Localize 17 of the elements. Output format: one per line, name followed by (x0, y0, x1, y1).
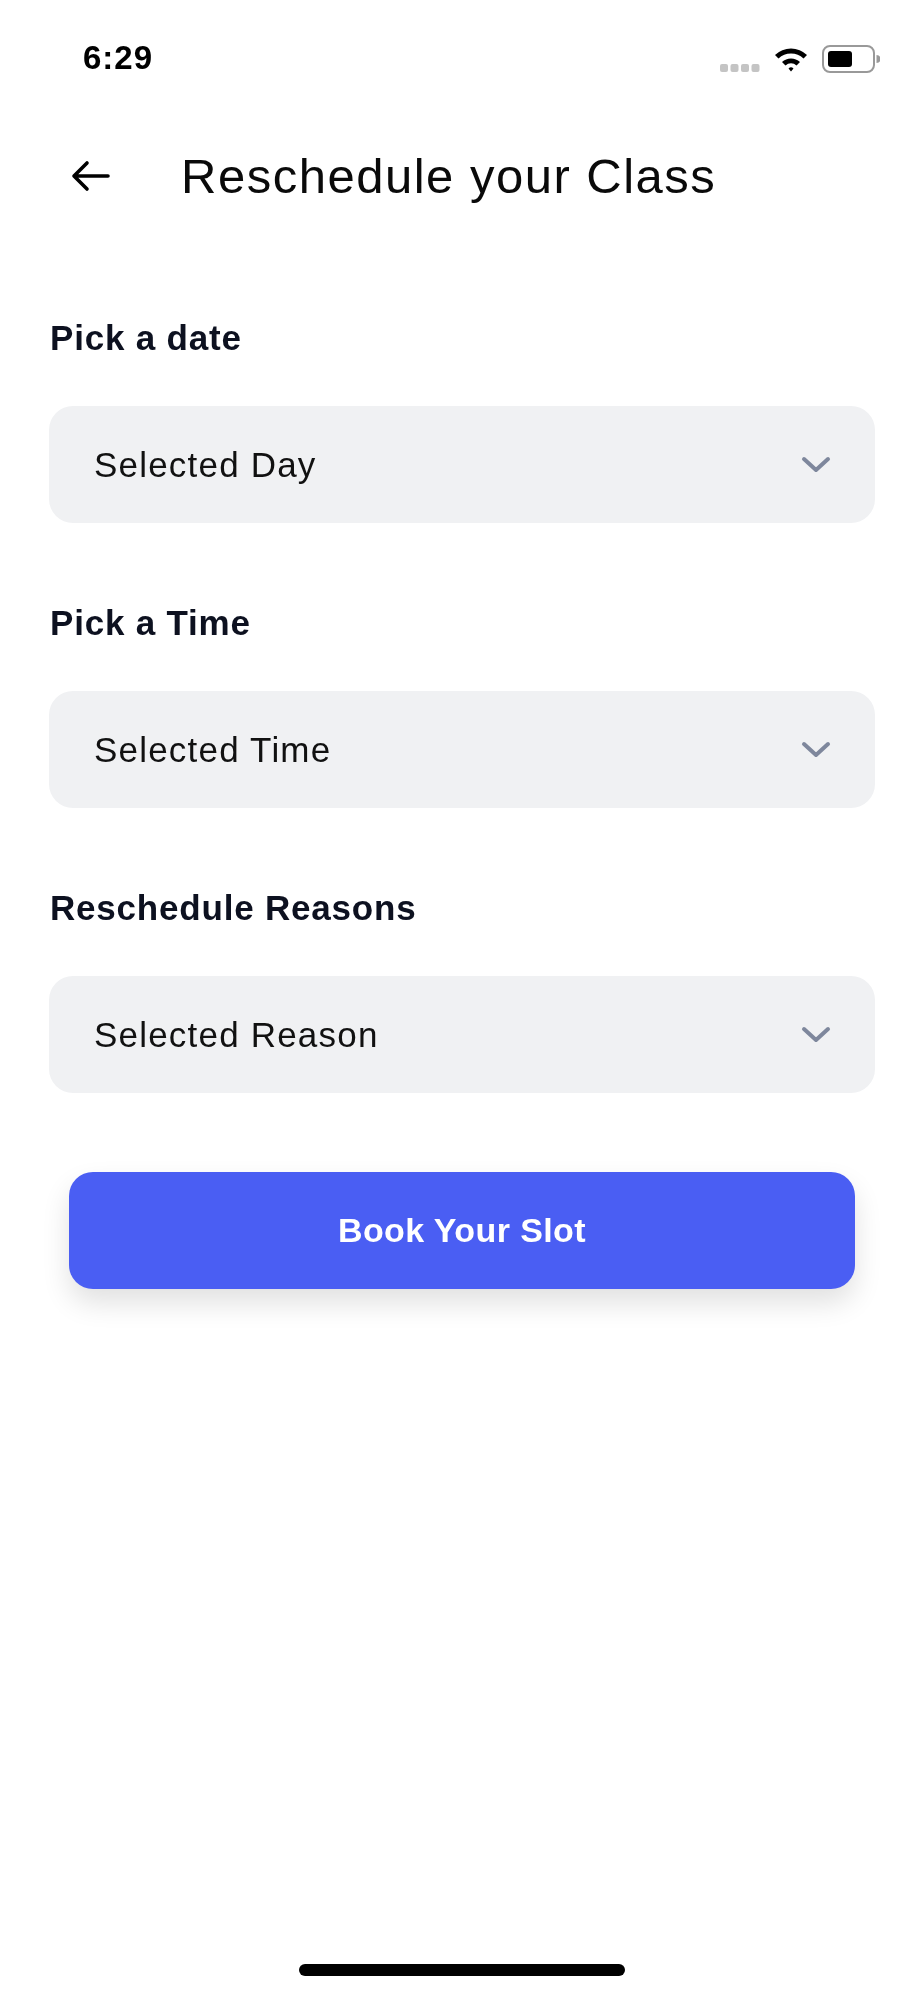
battery-icon (822, 45, 880, 73)
signal-icon (720, 63, 760, 73)
status-time: 6:29 (83, 39, 154, 77)
field-label: Pick a date (50, 320, 243, 356)
wifi-icon (774, 46, 808, 72)
field-label: Reschedule Reasons (50, 890, 418, 926)
chevron-down-icon (801, 740, 831, 759)
dropdown-field[interactable]: Selected Time (49, 691, 875, 808)
field-label: Pick a Time (50, 605, 252, 641)
screen-title: Reschedule your Class (181, 148, 717, 204)
dropdown-field[interactable]: Selected Day (49, 406, 875, 523)
arrow-left-icon (70, 160, 110, 192)
book-slot-button[interactable]: Book Your Slot (69, 1172, 855, 1289)
dropdown-field[interactable]: Selected Reason (49, 976, 875, 1093)
back-button[interactable] (70, 160, 110, 192)
chevron-down-icon (801, 455, 831, 474)
chevron-down-icon (801, 1025, 831, 1044)
